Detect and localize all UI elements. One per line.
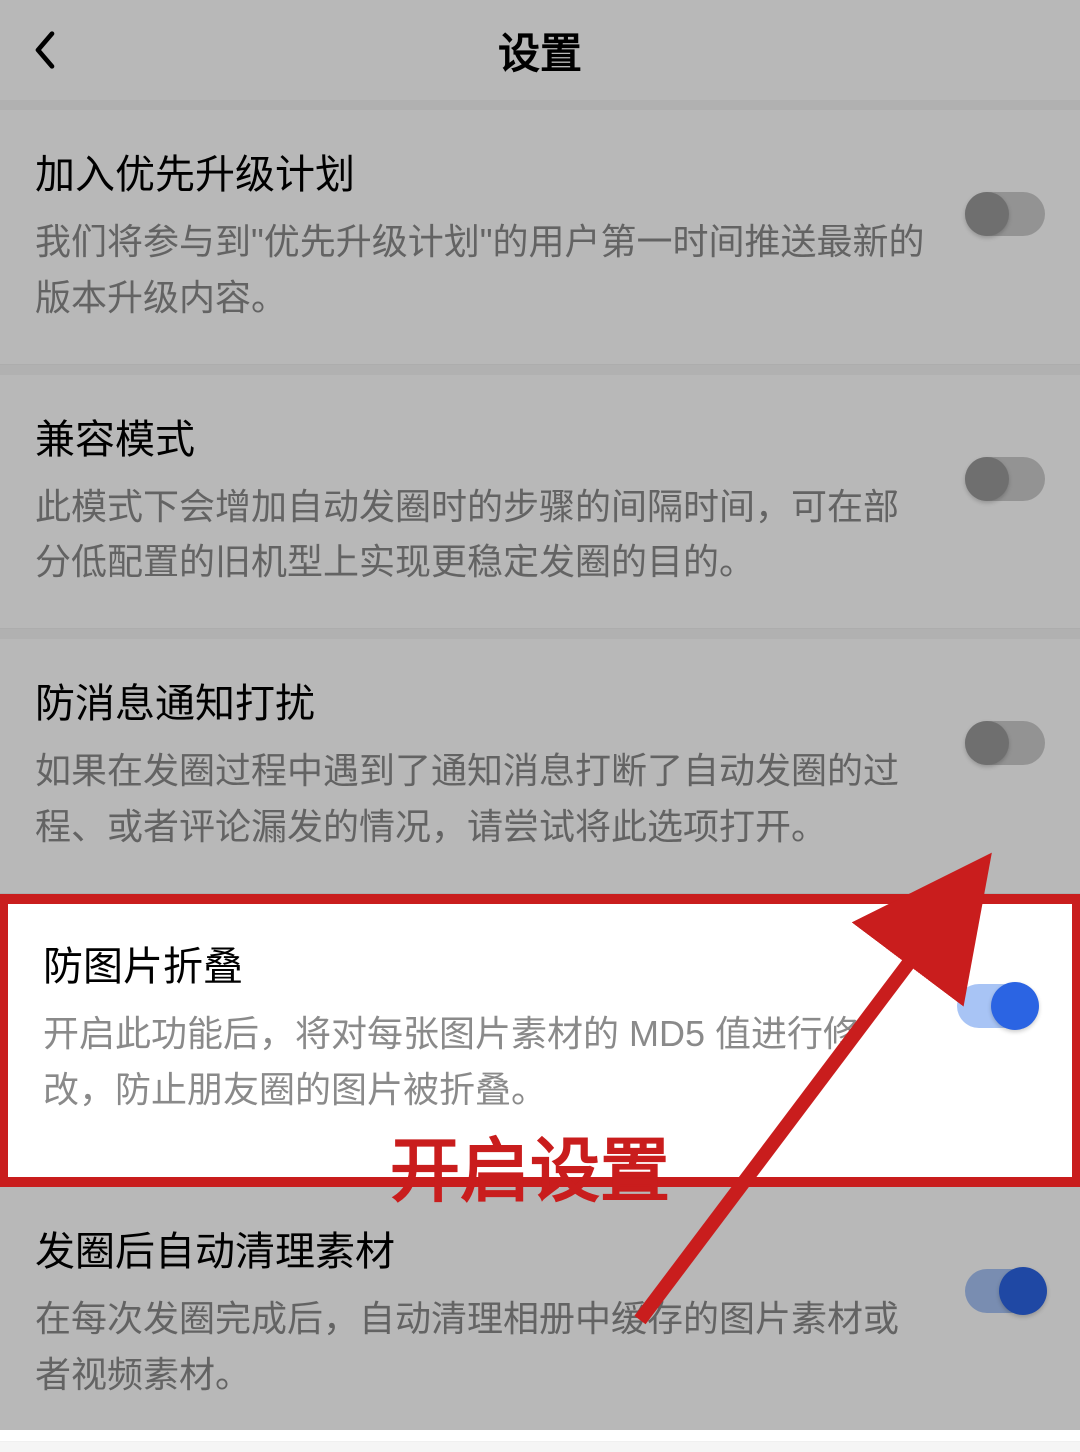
toggle-compat-mode[interactable]: [965, 457, 1045, 501]
spacer: [0, 365, 1080, 375]
spacer: [0, 1442, 1080, 1452]
setting-item-auto-clean[interactable]: 发圈后自动清理素材 在每次发圈完成后，自动清理相册中缓存的图片素材或者视频素材。: [0, 1187, 1080, 1442]
toggle-knob: [999, 1267, 1047, 1315]
setting-content: 兼容模式 此模式下会增加自动发圈时的步骤的间隔时间，可在部分低配置的旧机型上实现…: [35, 407, 965, 591]
setting-title: 发圈后自动清理素材: [35, 1219, 925, 1277]
setting-item-priority-upgrade[interactable]: 加入优先升级计划 我们将参与到"优先升级计划"的用户第一时间推送最新的版本升级内…: [0, 110, 1080, 365]
page-title: 设置: [498, 20, 582, 81]
setting-content: 加入优先升级计划 我们将参与到"优先升级计划"的用户第一时间推送最新的版本升级内…: [35, 142, 965, 326]
spacer: [0, 100, 1080, 110]
setting-description: 在每次发圈完成后，自动清理相册中缓存的图片素材或者视频素材。: [35, 1291, 925, 1403]
setting-title: 加入优先升级计划: [35, 142, 925, 200]
chevron-left-icon: [31, 29, 59, 71]
back-button[interactable]: [15, 20, 75, 80]
toggle-auto-clean[interactable]: [965, 1269, 1045, 1313]
setting-item-compat-mode[interactable]: 兼容模式 此模式下会增加自动发圈时的步骤的间隔时间，可在部分低配置的旧机型上实现…: [0, 375, 1080, 630]
setting-title: 防图片折叠: [43, 934, 917, 992]
spacer: [0, 629, 1080, 639]
toggle-notification-block[interactable]: [965, 721, 1045, 765]
setting-content: 防图片折叠 开启此功能后，将对每张图片素材的 MD5 值进行修改，防止朋友圈的图…: [43, 934, 957, 1118]
toggle-priority-upgrade[interactable]: [965, 192, 1045, 236]
setting-description: 此模式下会增加自动发圈时的步骤的间隔时间，可在部分低配置的旧机型上实现更稳定发圈…: [35, 479, 925, 591]
setting-title: 兼容模式: [35, 407, 925, 465]
toggle-knob: [965, 721, 1009, 765]
toggle-knob: [965, 457, 1009, 501]
setting-description: 开启此功能后，将对每张图片素材的 MD5 值进行修改，防止朋友圈的图片被折叠。: [43, 1006, 917, 1118]
toggle-knob: [965, 192, 1009, 236]
setting-content: 防消息通知打扰 如果在发圈过程中遇到了通知消息打断了自动发圈的过程、或者评论漏发…: [35, 671, 965, 855]
toggle-image-fold[interactable]: [957, 984, 1037, 1028]
setting-item-notification-block[interactable]: 防消息通知打扰 如果在发圈过程中遇到了通知消息打断了自动发圈的过程、或者评论漏发…: [0, 639, 1080, 894]
setting-title: 防消息通知打扰: [35, 671, 925, 729]
setting-item-image-fold[interactable]: 防图片折叠 开启此功能后，将对每张图片素材的 MD5 值进行修改，防止朋友圈的图…: [0, 894, 1080, 1188]
setting-description: 如果在发圈过程中遇到了通知消息打断了自动发圈的过程、或者评论漏发的情况，请尝试将…: [35, 743, 925, 855]
toggle-knob: [991, 982, 1039, 1030]
header: 设置: [0, 0, 1080, 100]
setting-content: 发圈后自动清理素材 在每次发圈完成后，自动清理相册中缓存的图片素材或者视频素材。: [35, 1219, 965, 1403]
settings-list: 加入优先升级计划 我们将参与到"优先升级计划"的用户第一时间推送最新的版本升级内…: [0, 110, 1080, 1452]
setting-description: 我们将参与到"优先升级计划"的用户第一时间推送最新的版本升级内容。: [35, 214, 925, 326]
